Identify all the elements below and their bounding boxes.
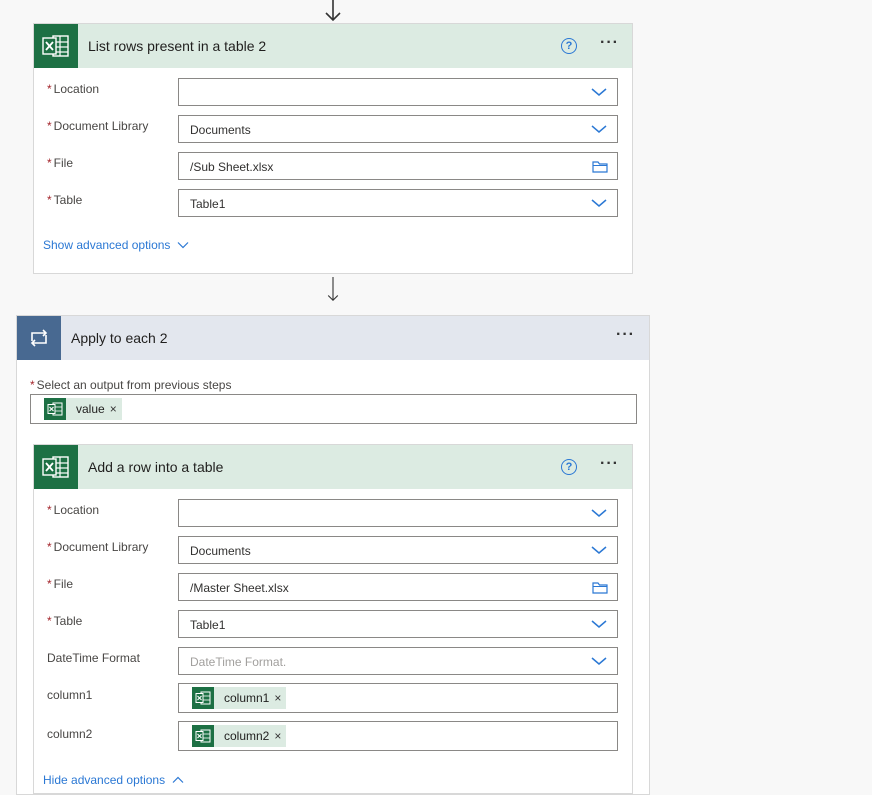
card-title: Add a row into a table (88, 459, 224, 475)
help-icon[interactable]: ? (561, 38, 577, 54)
datetime-format-dropdown[interactable]: DateTime Format. (178, 647, 618, 675)
card-title: Apply to each 2 (71, 330, 168, 346)
column1-label: column1 (47, 688, 93, 702)
file-label: * File (47, 577, 74, 591)
chevron-up-icon (172, 776, 184, 783)
help-icon[interactable]: ? (561, 459, 577, 475)
column1-field[interactable]: column1 × (178, 683, 618, 713)
chevron-down-icon (591, 546, 607, 554)
loop-icon (17, 316, 61, 360)
chevron-down-icon (178, 242, 189, 249)
flow-arrow-icon (327, 277, 339, 302)
list-rows-card: List rows present in a table 2 ? ··· * Lo… (33, 23, 633, 274)
table-label: * Table (47, 614, 83, 628)
excel-icon (192, 687, 214, 709)
document-library-label: * Document Library (47, 540, 149, 554)
select-output-field[interactable]: value × (30, 394, 637, 424)
chevron-down-icon (591, 620, 607, 628)
chevron-down-icon (591, 125, 607, 133)
column2-field[interactable]: column2 × (178, 721, 618, 751)
excel-icon (44, 398, 66, 420)
document-library-dropdown[interactable]: Documents (178, 115, 618, 143)
add-row-card-header[interactable]: Add a row into a table ? ··· (34, 445, 632, 489)
location-dropdown[interactable] (178, 499, 618, 527)
remove-token-icon[interactable]: × (274, 691, 281, 705)
select-output-label: * Select an output from previous steps (30, 378, 232, 392)
more-options-icon[interactable]: ··· (616, 326, 635, 344)
location-label: * Location (47, 82, 100, 96)
folder-icon[interactable] (592, 160, 608, 173)
remove-token-icon[interactable]: × (274, 729, 281, 743)
card-title: List rows present in a table 2 (88, 38, 267, 54)
remove-token-icon[interactable]: × (110, 402, 117, 416)
show-advanced-options-link[interactable]: Show advanced options (43, 238, 189, 252)
chevron-down-icon (591, 657, 607, 665)
location-dropdown[interactable] (178, 78, 618, 106)
add-row-card: Add a row into a table ? ··· * Location *… (33, 444, 633, 794)
file-field[interactable]: /Sub Sheet.xlsx (178, 152, 618, 180)
list-rows-card-header[interactable]: List rows present in a table 2 ? ··· (34, 24, 632, 68)
file-field[interactable]: /Master Sheet.xlsx (178, 573, 618, 601)
hide-advanced-options-link[interactable]: Hide advanced options (43, 773, 184, 787)
table-label: * Table (47, 193, 83, 207)
column1-token[interactable]: column1 × (192, 687, 287, 709)
more-options-icon[interactable]: ··· (600, 455, 619, 473)
folder-icon[interactable] (592, 581, 608, 594)
value-token[interactable]: value × (44, 398, 122, 420)
document-library-dropdown[interactable]: Documents (178, 536, 618, 564)
chevron-down-icon (591, 88, 607, 96)
excel-icon (34, 24, 78, 68)
more-options-icon[interactable]: ··· (600, 34, 619, 52)
table-dropdown[interactable]: Table1 (178, 610, 618, 638)
table-dropdown[interactable]: Table1 (178, 189, 618, 217)
document-library-label: * Document Library (47, 119, 149, 133)
column2-token[interactable]: column2 × (192, 725, 287, 747)
datetime-format-label: DateTime Format (47, 651, 140, 665)
chevron-down-icon (591, 199, 607, 207)
location-label: * Location (47, 503, 100, 517)
excel-icon (34, 445, 78, 489)
file-label: * File (47, 156, 74, 170)
apply-to-each-header[interactable]: Apply to each 2 ··· (17, 316, 649, 360)
excel-icon (192, 725, 214, 747)
column2-label: column2 (47, 727, 93, 741)
chevron-down-icon (591, 509, 607, 517)
